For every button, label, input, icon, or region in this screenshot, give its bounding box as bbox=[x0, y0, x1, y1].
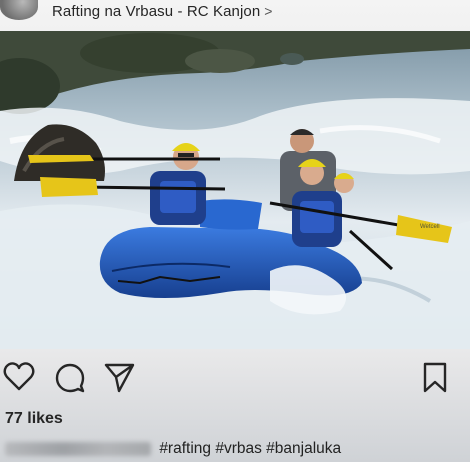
hashtag-banjaluka[interactable]: #banjaluka bbox=[266, 440, 341, 457]
location-title[interactable]: Rafting na Vrbasu - RC Kanjon bbox=[52, 3, 260, 20]
hashtag-vrbas[interactable]: #vrbas bbox=[215, 440, 262, 457]
heart-icon[interactable] bbox=[2, 360, 38, 396]
blurred-username bbox=[5, 441, 151, 456]
location-link[interactable]: Rafting na Vrbasu - RC Kanjon > bbox=[52, 3, 273, 20]
hashtag-list: #rafting #vrbas #banjaluka bbox=[159, 440, 341, 457]
post-header: Rafting na Vrbasu - RC Kanjon > bbox=[0, 0, 470, 28]
avatar[interactable] bbox=[0, 0, 38, 20]
action-bar bbox=[0, 360, 470, 400]
hashtag-rafting[interactable]: #rafting bbox=[159, 440, 211, 457]
instagram-post: Rafting na Vrbasu - RC Kanjon > Wetcell … bbox=[0, 0, 470, 462]
rafting-photo: Wetcell bbox=[0, 31, 470, 349]
comment-icon[interactable] bbox=[52, 360, 88, 396]
bookmark-icon[interactable] bbox=[418, 360, 454, 396]
svg-text:Wetcell: Wetcell bbox=[420, 224, 440, 230]
like-count[interactable]: 77 likes bbox=[5, 410, 63, 428]
send-icon[interactable] bbox=[102, 360, 138, 396]
caption: #rafting #vrbas #banjaluka bbox=[5, 440, 470, 460]
chevron-right-icon[interactable]: > bbox=[264, 3, 272, 19]
post-photo[interactable]: Wetcell bbox=[0, 31, 470, 349]
